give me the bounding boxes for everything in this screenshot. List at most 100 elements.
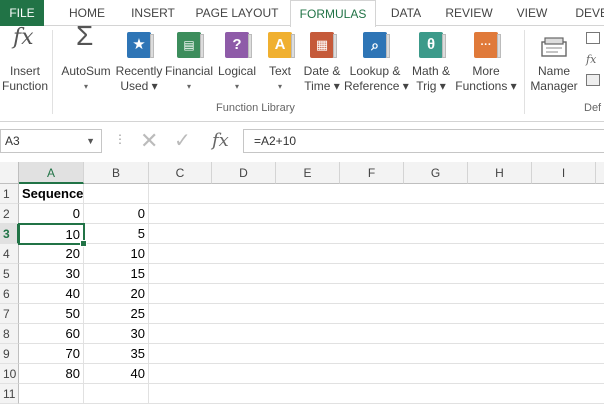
date-time-button[interactable]: ▦ Date & Time ▾ <box>300 30 344 94</box>
row-header-4[interactable]: 4 <box>0 244 19 264</box>
financial-book-icon: ▤ <box>175 30 204 60</box>
column-header-g[interactable]: G <box>404 162 468 184</box>
column-header-i[interactable]: I <box>532 162 596 184</box>
tab-page-layout[interactable]: PAGE LAYOUT <box>194 0 280 26</box>
logical-label: Logical <box>217 64 257 78</box>
column-header-d[interactable]: D <box>212 162 276 184</box>
more-functions-label-1: More <box>472 64 500 78</box>
cell-a3[interactable]: 10 <box>18 223 87 247</box>
cell-b10[interactable]: 40 <box>84 364 149 384</box>
formula-bar-splitter[interactable]: ⋮ <box>114 132 126 146</box>
cell-a4[interactable]: 20 <box>19 244 84 264</box>
cell-a9[interactable]: 70 <box>19 344 84 364</box>
enter-check-icon[interactable]: ✓ <box>174 129 191 153</box>
cell-a11[interactable] <box>19 384 84 404</box>
row-header-3[interactable]: 3 <box>0 224 19 244</box>
column-header-e[interactable]: E <box>276 162 340 184</box>
cell-b2[interactable]: 0 <box>84 204 149 224</box>
insert-function-fx-icon[interactable]: fx <box>212 129 229 153</box>
column-header-f[interactable]: F <box>340 162 404 184</box>
tab-insert[interactable]: INSERT <box>128 0 178 26</box>
name-manager-label-1: Name <box>537 64 570 78</box>
row-header-1[interactable]: 1 <box>0 184 19 204</box>
cell-a6[interactable]: 40 <box>19 284 84 304</box>
cell-b1[interactable] <box>84 184 149 204</box>
autosum-label: AutoSum <box>61 64 111 78</box>
row-header-8[interactable]: 8 <box>0 324 19 344</box>
name-box-value: A3 <box>5 134 20 148</box>
chevron-down-icon[interactable]: ▼ <box>86 130 95 152</box>
theta-book-icon: θ <box>417 30 446 60</box>
define-name-icon[interactable] <box>586 32 600 44</box>
cell-b3[interactable]: 5 <box>84 224 149 244</box>
more-functions-book-icon: ··· <box>472 30 501 60</box>
cell-a5[interactable]: 30 <box>19 264 84 284</box>
row-header-6[interactable]: 6 <box>0 284 19 304</box>
lookup-label-1: Lookup & <box>349 64 401 78</box>
row-header-10[interactable]: 10 <box>0 364 19 384</box>
use-in-formula-icon[interactable]: fx <box>586 53 604 66</box>
financial-caret: ▾ <box>186 82 191 91</box>
row-header-5[interactable]: 5 <box>0 264 19 284</box>
column-header-b[interactable]: B <box>84 162 149 184</box>
column-header-h[interactable]: H <box>468 162 532 184</box>
cell-b11[interactable] <box>84 384 149 404</box>
tab-view[interactable]: VIEW <box>512 0 552 26</box>
cell-b7[interactable]: 25 <box>84 304 149 324</box>
cell-b8[interactable]: 30 <box>84 324 149 344</box>
math-trig-label-2: Trig ▾ <box>416 79 446 93</box>
lookup-reference-button[interactable]: ⌕ Lookup & Reference ▾ <box>344 30 409 94</box>
cell-a10[interactable]: 80 <box>19 364 84 384</box>
logical-button[interactable]: ? Logical ▾ <box>216 30 258 94</box>
cell-b6[interactable]: 20 <box>84 284 149 304</box>
name-box[interactable]: A3 ▼ <box>0 129 102 153</box>
create-from-selection-icon[interactable] <box>586 74 600 86</box>
text-caret: ▾ <box>277 82 282 91</box>
text-button[interactable]: A Text ▾ <box>262 30 298 94</box>
select-all-corner[interactable] <box>0 162 19 184</box>
cell-a2[interactable]: 0 <box>19 204 84 224</box>
financial-button[interactable]: ▤ Financial ▾ <box>164 30 214 94</box>
row-header-9[interactable]: 9 <box>0 344 19 364</box>
name-manager-button[interactable]: Name Manager <box>528 30 580 94</box>
column-header-a[interactable]: A <box>19 162 84 184</box>
cell-b5[interactable]: 15 <box>84 264 149 284</box>
date-time-label-1: Date & <box>303 64 341 78</box>
tab-review[interactable]: REVIEW <box>444 0 494 26</box>
ribbon-separator <box>52 30 53 114</box>
sigma-icon: Σ <box>76 20 94 51</box>
define-name-small-icons: fx <box>584 30 604 96</box>
column-header-c[interactable]: C <box>149 162 212 184</box>
math-trig-button[interactable]: θ Math & Trig ▾ <box>408 30 454 94</box>
row-header-2[interactable]: 2 <box>0 204 19 224</box>
insert-function-button[interactable]: fx Insert Function <box>0 27 50 94</box>
more-functions-button[interactable]: ··· More Functions ▾ <box>454 30 518 94</box>
cell-b4[interactable]: 10 <box>84 244 149 264</box>
tab-file[interactable]: FILE <box>0 0 44 26</box>
cell-a1[interactable]: Sequence <box>19 184 84 204</box>
cell-a7[interactable]: 50 <box>19 304 84 324</box>
spreadsheet-grid: A B C D E F G H I 1 2 3 4 5 6 7 8 9 10 1… <box>0 162 604 409</box>
formula-buttons: ✕ ✓ fx <box>128 129 243 153</box>
cell-a8[interactable]: 60 <box>19 324 84 344</box>
calendar-book-icon: ▦ <box>308 30 337 60</box>
recently-used-label-2: Used ▾ <box>120 79 158 93</box>
cancel-icon[interactable]: ✕ <box>140 129 158 153</box>
column-header-j[interactable] <box>596 162 604 184</box>
more-functions-label-2: Functions ▾ <box>455 79 517 93</box>
insert-function-label-1: Insert <box>9 64 40 78</box>
formula-input[interactable]: =A2+10 <box>243 129 604 153</box>
financial-label: Financial <box>164 64 214 78</box>
text-label: Text <box>268 64 291 78</box>
tab-data[interactable]: DATA <box>384 0 428 26</box>
insert-function-label-2: Function <box>1 79 49 93</box>
tab-developer[interactable]: DEVEL <box>570 0 604 26</box>
cell-b9[interactable]: 35 <box>84 344 149 364</box>
date-time-label-2: Time ▾ <box>304 79 340 93</box>
row-header-11[interactable]: 11 <box>0 384 19 404</box>
tab-formulas[interactable]: FORMULAS <box>290 0 376 27</box>
row-header-7[interactable]: 7 <box>0 304 19 324</box>
autosum-button[interactable]: Σ AutoSum ▾ <box>58 20 114 94</box>
recently-used-button[interactable]: ★ Recently Used ▾ <box>114 30 164 94</box>
recently-used-label-1: Recently <box>115 64 163 78</box>
